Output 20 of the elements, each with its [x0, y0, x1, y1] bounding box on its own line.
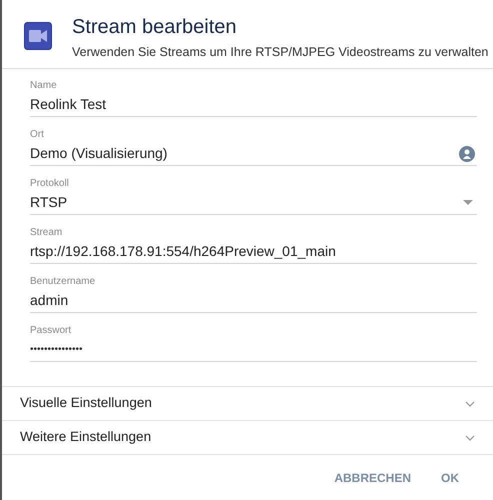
dropdown-caret-icon — [463, 200, 473, 206]
chevron-icon — [465, 400, 475, 407]
dialog-title: Stream bearbeiten — [72, 15, 238, 40]
accordion-header[interactable]: Weitere Einstellungen — [2, 420, 493, 454]
field-label: Stream — [30, 226, 64, 240]
field-label: Name — [30, 79, 58, 94]
input-field[interactable]: Demo (Visualisierung) — [30, 142, 477, 166]
field-label: Protokoll — [30, 177, 70, 192]
input-field[interactable]: rtsp://192.168.178.91:554/h264Preview_01_main — [30, 240, 477, 264]
dialog-subtitle: Verwenden Sie Streams um Ihre RTSP/MJPEG Videostreams zu verwalten — [72, 44, 488, 61]
input-field[interactable]: ••••••••••••••• — [30, 338, 477, 362]
field-label: Passwort — [30, 324, 72, 338]
input-field[interactable]: admin — [30, 289, 477, 314]
input-field[interactable]: Reolink Test — [30, 93, 477, 118]
chevron-icon — [465, 434, 475, 441]
video-camera-icon — [24, 22, 52, 50]
accordion-header[interactable]: Visuelle Einstellungen — [2, 386, 493, 420]
field-label: Benutzername — [30, 275, 96, 290]
field-label: Ort — [30, 128, 45, 142]
protocol-select[interactable]: RTSP — [30, 191, 477, 216]
